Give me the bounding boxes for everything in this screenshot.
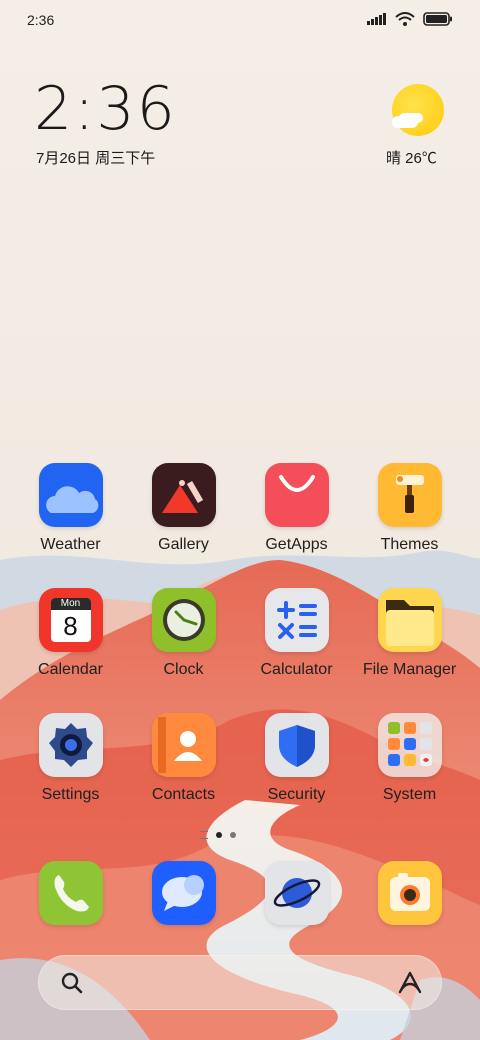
wifi-icon — [395, 12, 415, 26]
search-bar[interactable] — [38, 955, 442, 1010]
calendar-weekday: Mon — [60, 598, 81, 609]
app-label: Gallery — [158, 536, 209, 553]
contacts-icon — [151, 713, 216, 777]
app-label: GetApps — [265, 536, 328, 553]
app-clock[interactable]: Clock — [127, 588, 240, 679]
browser-icon — [264, 861, 329, 925]
app-label: Calculator — [260, 661, 333, 678]
app-label: Weather — [40, 536, 101, 553]
page-dot — [230, 832, 236, 838]
themes-icon — [377, 463, 442, 527]
app-calculator[interactable]: Calculator — [240, 588, 353, 679]
status-time: 2:36 — [27, 12, 55, 28]
weather-widget-temp[interactable]: 晴 26℃ — [386, 147, 437, 168]
battery-icon — [423, 12, 452, 26]
search-icon[interactable] — [60, 971, 84, 995]
calendar-day: 8 — [63, 611, 78, 641]
app-gallery[interactable]: Gallery — [127, 463, 240, 554]
status-icons — [367, 12, 453, 26]
app-label: Security — [267, 786, 326, 803]
cloud-icon — [392, 116, 418, 128]
app-label: Settings — [41, 786, 100, 803]
dock-camera[interactable] — [353, 861, 466, 925]
app-getapps[interactable]: GetApps — [240, 463, 353, 554]
app-settings[interactable]: Settings — [14, 713, 127, 804]
settings-icon — [38, 713, 103, 777]
page-dot-active — [216, 832, 222, 838]
clock-icon — [151, 588, 216, 652]
app-label: Calendar — [38, 661, 103, 678]
app-weather[interactable]: Weather — [14, 463, 127, 554]
dock-phone[interactable] — [14, 861, 127, 925]
signal-icon — [367, 13, 386, 25]
camera-icon — [377, 861, 442, 925]
clock-widget-date[interactable]: 7月26日 周三下午 — [36, 147, 155, 168]
gallery-icon — [151, 463, 216, 527]
file-manager-icon — [377, 588, 442, 652]
app-calendar[interactable]: Mon 8 Calendar — [14, 588, 127, 679]
phone-icon — [38, 861, 103, 925]
app-label: System — [382, 786, 437, 803]
sun-icon[interactable] — [392, 84, 444, 136]
folder-icon — [377, 713, 442, 777]
app-folder-system[interactable]: System — [353, 713, 466, 804]
calendar-icon: Mon 8 — [38, 588, 103, 652]
app-themes[interactable]: Themes — [353, 463, 466, 554]
app-drawer-indicator-icon — [200, 831, 208, 839]
dock-messages[interactable] — [127, 861, 240, 925]
app-security[interactable]: Security — [240, 713, 353, 804]
calculator-icon — [264, 588, 329, 652]
app-label: Contacts — [151, 786, 216, 803]
weather-icon — [38, 463, 103, 527]
assistant-icon[interactable] — [396, 970, 424, 996]
security-icon — [264, 713, 329, 777]
app-file-manager[interactable]: File Manager — [353, 588, 466, 679]
messages-icon — [151, 861, 216, 925]
page-indicator[interactable] — [200, 831, 236, 839]
app-contacts[interactable]: Contacts — [127, 713, 240, 804]
clock-widget-time[interactable]: 2:36 — [34, 74, 177, 144]
app-label: Clock — [163, 661, 204, 678]
dock-browser[interactable] — [240, 861, 353, 925]
app-label: Themes — [380, 536, 439, 553]
getapps-icon — [264, 463, 329, 527]
app-label: File Manager — [362, 661, 457, 678]
